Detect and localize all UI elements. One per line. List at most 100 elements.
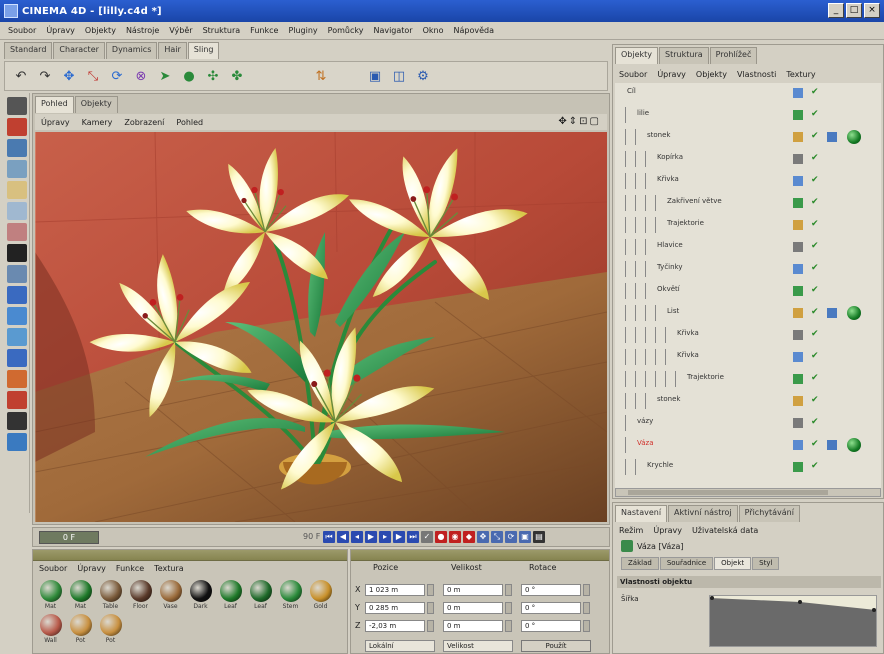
object-tree-row[interactable]: Hlavice ✔ xyxy=(615,239,881,255)
texture-mode-icon[interactable] xyxy=(6,139,27,157)
material-menu-upravy[interactable]: Úpravy xyxy=(77,564,106,573)
object-menu-objekty[interactable]: Objekty xyxy=(696,70,727,79)
size-x-field[interactable]: 0 m xyxy=(443,584,503,596)
timeline-options-icon[interactable]: ▤ xyxy=(533,531,545,543)
position-key-icon[interactable]: ✥ xyxy=(477,531,489,543)
go-end-icon[interactable]: ⏭ xyxy=(407,531,419,543)
sphere-primitive-icon[interactable]: ● xyxy=(179,66,199,86)
object-name[interactable]: Hlavice xyxy=(657,241,683,249)
viewport-menu-pohled[interactable]: Pohled xyxy=(176,118,203,127)
object-tree-row[interactable]: Zakřivení větve ✔ xyxy=(615,195,881,211)
viewport-tab-objekty[interactable]: Objekty xyxy=(74,96,118,113)
visibility-check-icon[interactable]: ✔ xyxy=(811,131,819,141)
tab-aktivni-nastroj[interactable]: Aktivní nástroj xyxy=(668,505,738,522)
key-icon[interactable]: ✓ xyxy=(421,531,433,543)
material-swatch[interactable]: Dark xyxy=(187,580,214,610)
attribute-menu-upravy[interactable]: Úpravy xyxy=(653,526,682,535)
prev-frame-icon[interactable]: ◂ xyxy=(351,531,363,543)
layout-tab-character[interactable]: Character xyxy=(53,42,105,59)
object-menu-soubor[interactable]: Soubor xyxy=(619,70,647,79)
magnet-icon[interactable] xyxy=(6,370,27,388)
brush-icon[interactable] xyxy=(6,349,27,367)
object-menu-textury[interactable]: Textury xyxy=(786,70,815,79)
object-name[interactable]: Okvětí xyxy=(657,285,680,293)
object-tree-row[interactable]: stonek ✔ xyxy=(615,393,881,409)
object-tree-scrollbar[interactable] xyxy=(615,488,881,497)
object-tree-row[interactable]: lilie ✔ xyxy=(615,107,881,123)
next-frame-icon[interactable]: ▸ xyxy=(379,531,391,543)
coord-mode-select[interactable]: Lokální xyxy=(365,640,435,652)
visibility-check-icon[interactable]: ✔ xyxy=(811,263,819,273)
axis-lock-icon[interactable] xyxy=(6,328,27,346)
material-tag-icon[interactable] xyxy=(847,130,861,144)
object-name[interactable]: List xyxy=(667,307,679,315)
subtab-styl[interactable]: Styl xyxy=(752,557,780,570)
checker-icon[interactable] xyxy=(6,244,27,262)
object-name[interactable]: Váza xyxy=(637,439,654,447)
rotation-h-stepper[interactable] xyxy=(583,584,590,596)
light-icon[interactable] xyxy=(6,433,27,451)
snap-icon[interactable] xyxy=(6,286,27,304)
position-x-field[interactable]: 1 023 m xyxy=(365,584,425,596)
object-name[interactable]: Cíl xyxy=(627,87,636,95)
visibility-check-icon[interactable]: ✔ xyxy=(811,175,819,185)
size-y-stepper[interactable] xyxy=(505,602,512,614)
menu-struktura[interactable]: Struktura xyxy=(203,26,241,35)
material-tag-icon[interactable] xyxy=(847,306,861,320)
menu-pomucky[interactable]: Pomůcky xyxy=(328,26,364,35)
points-mode-icon[interactable] xyxy=(6,181,27,199)
layout-tab-sling[interactable]: Sling xyxy=(187,42,220,59)
tab-prichytavani[interactable]: Přichytávání xyxy=(738,505,800,522)
position-y-stepper[interactable] xyxy=(427,602,434,614)
menu-soubor[interactable]: Soubor xyxy=(8,26,36,35)
object-tree-row[interactable]: Trajektorie ✔ xyxy=(615,371,881,387)
y-axis-icon[interactable]: ✣ xyxy=(203,66,223,86)
object-menu-vlastnosti[interactable]: Vlastnosti xyxy=(737,70,776,79)
knife-icon[interactable] xyxy=(6,391,27,409)
menu-vyber[interactable]: Výběr xyxy=(169,26,192,35)
object-name[interactable]: vázy xyxy=(637,417,653,425)
scrollbar-thumb[interactable] xyxy=(628,490,828,495)
camera-icon[interactable] xyxy=(6,412,27,430)
layout-tab-hair[interactable]: Hair xyxy=(158,42,187,59)
tab-prohlizec[interactable]: Prohlížeč xyxy=(709,47,758,64)
size-x-stepper[interactable] xyxy=(505,584,512,596)
render-view-icon[interactable]: ▣ xyxy=(365,66,385,86)
object-name[interactable]: Trajektorie xyxy=(667,219,704,227)
menu-objekty[interactable]: Objekty xyxy=(85,26,116,35)
material-swatch[interactable]: Stem xyxy=(277,580,304,610)
visibility-check-icon[interactable]: ✔ xyxy=(811,197,819,207)
object-name[interactable]: Trajektorie xyxy=(687,373,724,381)
render-viewport[interactable] xyxy=(35,132,607,522)
object-tree-row[interactable]: Kopírka ✔ xyxy=(615,151,881,167)
object-name[interactable]: Tyčinky xyxy=(657,263,683,271)
menu-nastroje[interactable]: Nástroje xyxy=(126,26,159,35)
menu-okno[interactable]: Okno xyxy=(423,26,444,35)
rotation-h-field[interactable]: 0 ° xyxy=(521,584,581,596)
prev-key-icon[interactable]: ◀ xyxy=(337,531,349,543)
apply-button[interactable]: Použít xyxy=(521,640,591,652)
workplane-icon[interactable] xyxy=(6,307,27,325)
visibility-check-icon[interactable]: ✔ xyxy=(811,461,819,471)
visibility-check-icon[interactable]: ✔ xyxy=(811,417,819,427)
tab-objekty[interactable]: Objekty xyxy=(615,47,659,64)
material-swatch[interactable]: Pot xyxy=(97,614,124,644)
attribute-menu-rezim[interactable]: Režim xyxy=(619,526,643,535)
maximize-button[interactable]: □ xyxy=(846,3,862,18)
object-tree-row[interactable]: Křivka ✔ xyxy=(615,327,881,343)
material-swatch[interactable]: Mat xyxy=(67,580,94,610)
object-name[interactable]: Křivka xyxy=(657,175,679,183)
subtab-objekt[interactable]: Objekt xyxy=(714,557,752,570)
next-key-icon[interactable]: ▶ xyxy=(393,531,405,543)
object-tree-row[interactable]: vázy ✔ xyxy=(615,415,881,431)
object-tree-row[interactable]: stonek ✔ xyxy=(615,129,881,145)
layout-tab-dynamics[interactable]: Dynamics xyxy=(105,42,158,59)
viewport-tab-pohled[interactable]: Pohled xyxy=(35,96,74,113)
object-tree-row[interactable]: Křivka ✔ xyxy=(615,349,881,365)
close-button[interactable]: × xyxy=(864,3,880,18)
position-y-field[interactable]: 0 285 m xyxy=(365,602,425,614)
object-tree-row[interactable]: Okvětí ✔ xyxy=(615,283,881,299)
scale-tool-icon[interactable]: ⤡ xyxy=(83,66,103,86)
visibility-check-icon[interactable]: ✔ xyxy=(811,351,819,361)
material-swatch[interactable]: Leaf xyxy=(217,580,244,610)
